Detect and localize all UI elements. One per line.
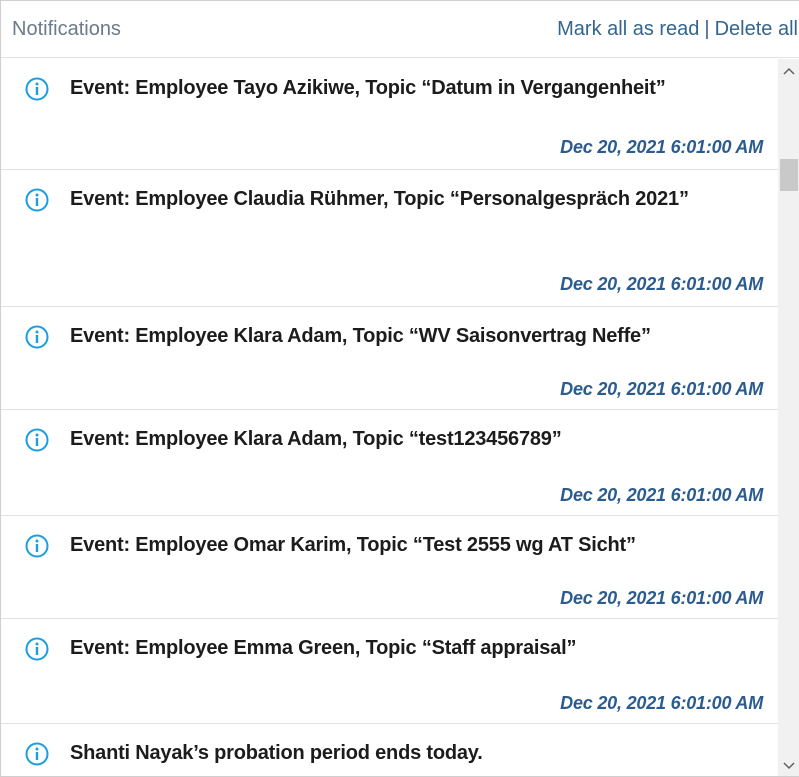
- notification-timestamp: Dec 20, 2021 6:01:00 AM: [560, 693, 763, 713]
- notification-message: Event: Employee Emma Green, Topic “Staff…: [70, 637, 577, 659]
- notification-item[interactable]: Event: Employee Klara Adam, Topic “WV Sa…: [1, 307, 778, 410]
- notification-item[interactable]: Event: Employee Tayo Azikiwe, Topic “Dat…: [1, 59, 778, 170]
- notification-message: Event: Employee Tayo Azikiwe, Topic “Dat…: [70, 77, 666, 99]
- info-icon: [25, 325, 49, 349]
- notification-message: Event: Employee Klara Adam, Topic “WV Sa…: [70, 325, 651, 347]
- notification-message: Event: Employee Omar Karim, Topic “Test …: [70, 534, 636, 556]
- notification-message: Event: Employee Claudia Rühmer, Topic “P…: [70, 188, 689, 210]
- info-icon: [25, 534, 49, 558]
- scrollbar-thumb[interactable]: [780, 159, 798, 191]
- notification-timestamp: Dec 20, 2021 6:01:00 AM: [560, 274, 763, 294]
- info-icon: [25, 637, 49, 661]
- notification-timestamp: Dec 20, 2021 6:01:00 AM: [560, 379, 763, 399]
- notification-message: Shanti Nayak’s probation period ends tod…: [70, 742, 483, 764]
- notification-item[interactable]: Event: Employee Klara Adam, Topic “test1…: [1, 410, 778, 516]
- notification-item[interactable]: Shanti Nayak’s probation period ends tod…: [1, 724, 778, 776]
- info-icon: [25, 188, 49, 212]
- delete-all-link[interactable]: Delete all: [715, 18, 798, 40]
- notification-timestamp: Dec 20, 2021 6:01:00 AM: [560, 137, 763, 157]
- chevron-down-icon[interactable]: [778, 754, 799, 776]
- header-actions: Mark all as read | Delete all: [557, 18, 798, 41]
- info-icon: [25, 77, 49, 101]
- mark-all-read-link[interactable]: Mark all as read: [557, 18, 699, 40]
- chevron-up-icon[interactable]: [778, 59, 799, 83]
- notification-timestamp: Dec 20, 2021 6:01:00 AM: [560, 588, 763, 608]
- notification-list: Event: Employee Tayo Azikiwe, Topic “Dat…: [1, 59, 778, 776]
- panel-title: Notifications: [12, 18, 121, 40]
- notification-message: Event: Employee Klara Adam, Topic “test1…: [70, 428, 562, 450]
- notification-timestamp: Dec 20, 2021 6:01:00 AM: [560, 485, 763, 505]
- info-icon: [25, 428, 49, 452]
- vertical-scrollbar[interactable]: [778, 59, 799, 776]
- action-separator: |: [704, 18, 710, 40]
- notification-item[interactable]: Event: Employee Emma Green, Topic “Staff…: [1, 619, 778, 724]
- notification-item[interactable]: Event: Employee Omar Karim, Topic “Test …: [1, 516, 778, 619]
- notifications-panel: Notifications Mark all as read | Delete al…: [0, 0, 799, 777]
- info-icon: [25, 742, 49, 766]
- notifications-header: Notifications Mark all as read | Delete al…: [1, 1, 799, 58]
- notification-item[interactable]: Event: Employee Claudia Rühmer, Topic “P…: [1, 170, 778, 307]
